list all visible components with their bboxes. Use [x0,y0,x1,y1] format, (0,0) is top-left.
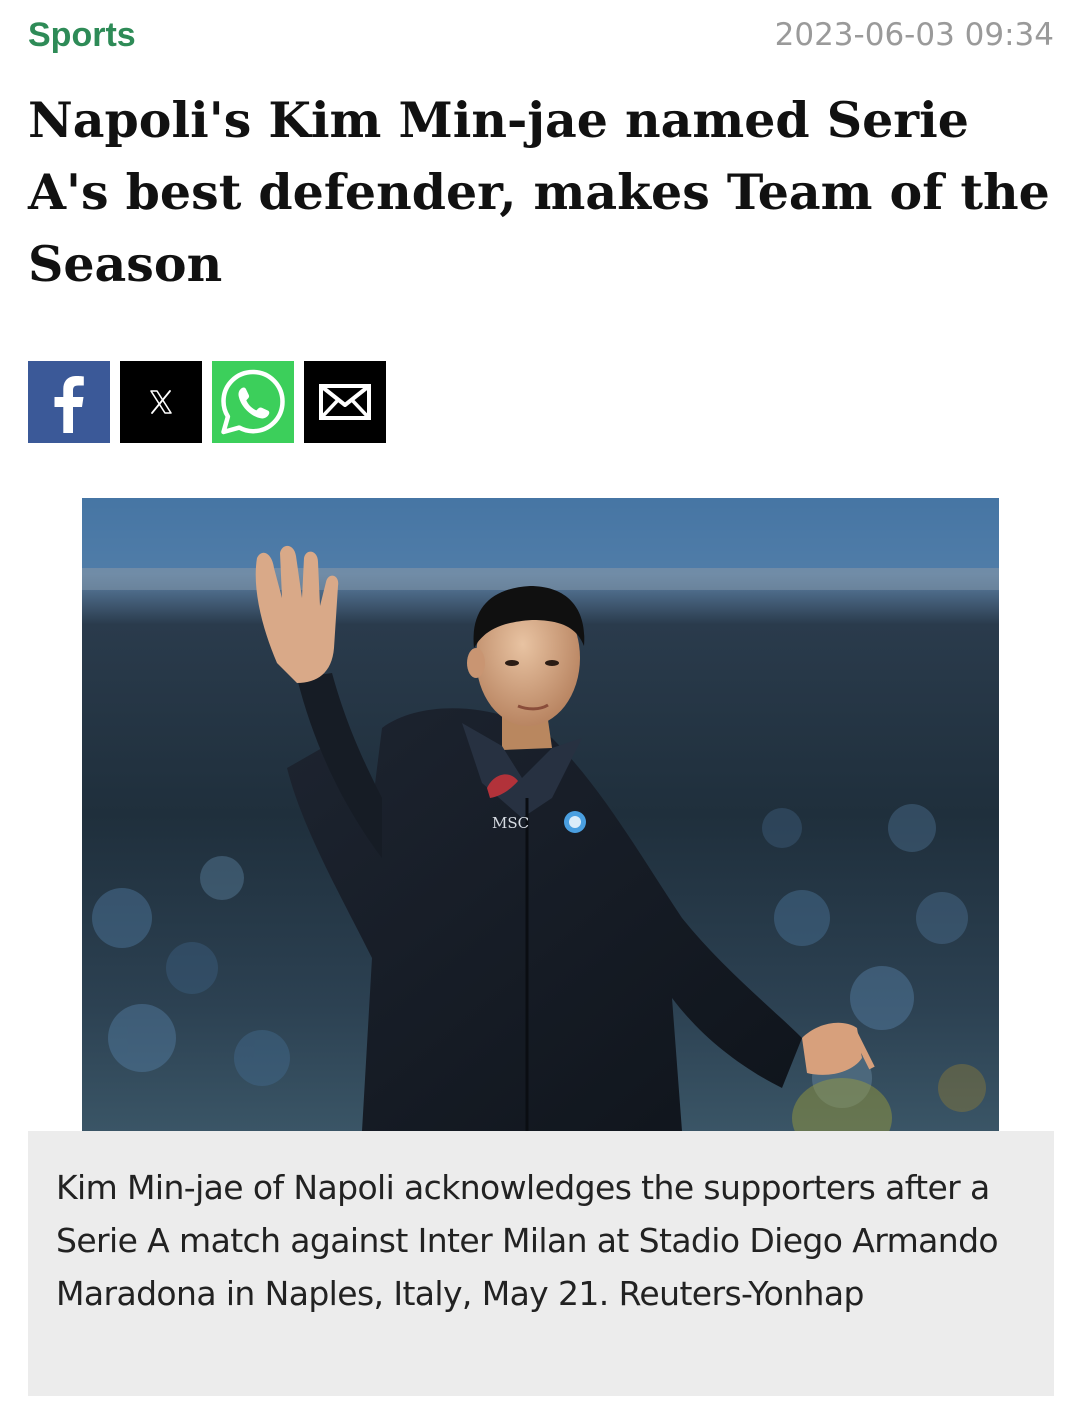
share-email-button[interactable] [304,361,386,443]
share-bar [28,361,386,443]
photo-caption-box: Kim Min-jae of Napoli acknowledges the s… [28,1131,1054,1396]
share-whatsapp-button[interactable] [212,361,294,443]
article-photo: MSC [82,498,999,1131]
player-waving-photo: MSC [82,498,999,1131]
share-facebook-button[interactable] [28,361,110,443]
whatsapp-icon [221,369,285,435]
article-headline: Napoli's Kim Min-jae named Serie A's bes… [28,91,1050,293]
facebook-icon [54,376,84,433]
article-meta: Sports 2023-06-03 09:34 [28,12,1054,58]
x-icon [150,390,172,414]
category-link[interactable]: Sports [28,16,136,55]
share-x-button[interactable] [120,361,202,443]
mail-icon [319,384,371,420]
publish-timestamp: 2023-06-03 09:34 [774,17,1054,53]
photo-caption: Kim Min-jae of Napoli acknowledges the s… [56,1168,999,1313]
jersey-text: MSC [492,814,529,832]
